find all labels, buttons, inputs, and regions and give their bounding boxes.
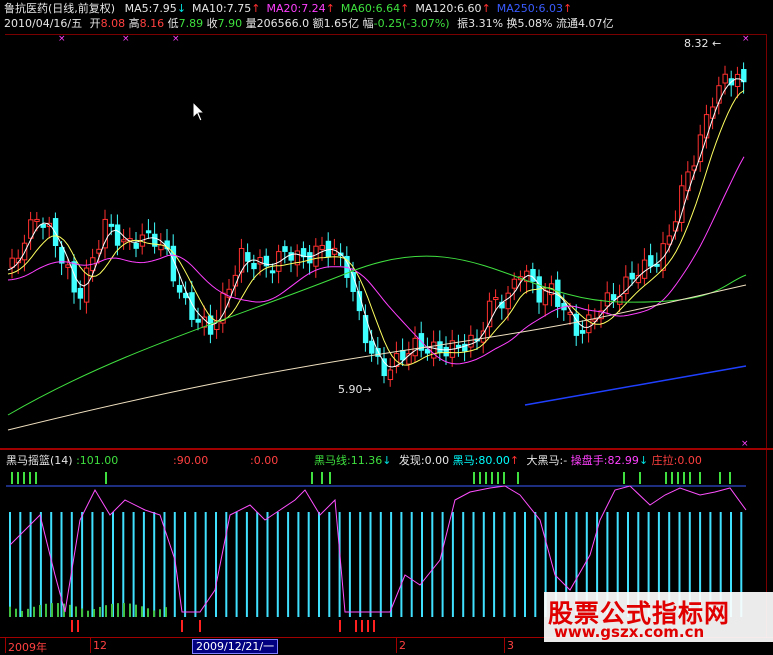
candle-body bbox=[468, 334, 474, 348]
candle-body bbox=[65, 264, 71, 268]
candle-body bbox=[251, 263, 257, 270]
candle-body bbox=[369, 340, 375, 354]
indicator-v3: :0.00 bbox=[250, 454, 279, 467]
candle-body bbox=[641, 259, 648, 279]
candle-body bbox=[741, 69, 747, 83]
axis-tick-2: 2 bbox=[399, 639, 406, 652]
candle-body bbox=[282, 246, 288, 252]
top-marker-icon: × bbox=[122, 34, 130, 44]
candle-body bbox=[381, 358, 387, 377]
candle-body bbox=[269, 270, 276, 274]
ma5-line bbox=[7, 78, 745, 368]
candle-body bbox=[542, 290, 549, 306]
heima-label: 黑马:80.00 bbox=[452, 454, 510, 467]
candle-body bbox=[313, 245, 319, 267]
site-watermark: 股票公式指标网 www.gszx.com.cn bbox=[544, 592, 773, 642]
watermark-url: www.gszx.com.cn bbox=[554, 623, 705, 641]
candle-body bbox=[437, 341, 443, 353]
candle-body bbox=[493, 297, 499, 301]
candle-body bbox=[121, 239, 127, 243]
candle-body bbox=[133, 242, 139, 249]
candle-body bbox=[697, 134, 704, 163]
candle-body bbox=[629, 272, 635, 280]
candle-body bbox=[307, 252, 313, 264]
candle-body bbox=[734, 73, 741, 88]
high-price-mark: 8.32 ← bbox=[684, 37, 722, 50]
candle-body bbox=[610, 294, 617, 301]
candle-body bbox=[59, 247, 65, 264]
indicator-v2: :90.00 bbox=[173, 454, 209, 467]
candle-body bbox=[480, 330, 487, 343]
indicator-v1: :101.00 bbox=[76, 454, 119, 467]
candle-body bbox=[245, 252, 251, 262]
top-marker-icon: × bbox=[742, 34, 750, 44]
candle-body bbox=[648, 255, 654, 267]
candle-body bbox=[604, 292, 611, 307]
top-marker-icon: × bbox=[58, 34, 66, 44]
candle-body bbox=[400, 349, 406, 361]
big-heima-label: 大黑马:- bbox=[526, 454, 568, 467]
heima-line-label: 黑马线:11.36 bbox=[314, 454, 383, 467]
discover-label: 发现:0.00 bbox=[398, 454, 450, 467]
candle-body bbox=[195, 318, 201, 323]
candle-body bbox=[387, 369, 394, 381]
candle-body bbox=[40, 223, 46, 228]
candle-body bbox=[114, 224, 121, 246]
candle-body bbox=[34, 218, 40, 222]
candle-body bbox=[412, 337, 418, 357]
bottom-marker-icon: × bbox=[741, 439, 749, 449]
indicator-line: 黑马线:11.36↓ 发现:0.00 黑马:80.00↑ 大黑马:- 操盘手:8… bbox=[314, 454, 702, 467]
axis-tick-12: 12 bbox=[93, 639, 107, 652]
axis-tick-3: 3 bbox=[507, 639, 514, 652]
candle-body bbox=[505, 292, 511, 310]
candle-body bbox=[319, 244, 325, 250]
candle-body bbox=[325, 240, 332, 257]
operator-dir: ↓ bbox=[638, 454, 649, 467]
candle-body bbox=[722, 73, 728, 84]
candle-body bbox=[108, 223, 115, 227]
candle-body bbox=[145, 230, 152, 234]
kline-chart[interactable]: × × × × × bbox=[0, 0, 773, 653]
candle-body bbox=[586, 314, 592, 334]
cursor-date-box: 2009/12/21/一 bbox=[192, 639, 279, 654]
candle-body bbox=[443, 346, 449, 357]
indicator-name: 黑马摇篮(14) bbox=[6, 454, 73, 467]
candle-body bbox=[52, 218, 59, 246]
low-price-mark: 5.90→ bbox=[338, 383, 372, 396]
candle-body bbox=[579, 330, 586, 334]
candle-body bbox=[703, 114, 710, 139]
top-marker-icon: × bbox=[172, 34, 180, 44]
heima-line-dir: ↓ bbox=[382, 454, 392, 467]
candle-body bbox=[176, 284, 183, 293]
candle-body bbox=[511, 278, 518, 289]
mouse-cursor-icon bbox=[192, 101, 206, 122]
candle-body bbox=[9, 257, 15, 268]
ma20-line bbox=[7, 156, 745, 365]
indicator-header: 黑马摇篮(14) :101.00 bbox=[6, 454, 118, 467]
ma250-line bbox=[524, 365, 747, 406]
candle-body bbox=[77, 287, 84, 299]
heima-dir: ↑ bbox=[509, 454, 520, 467]
pull-up-label: 庄拉:0.00 bbox=[651, 454, 702, 467]
ma120-line bbox=[7, 284, 747, 431]
operator-label: 操盘手:82.99 bbox=[570, 454, 639, 467]
